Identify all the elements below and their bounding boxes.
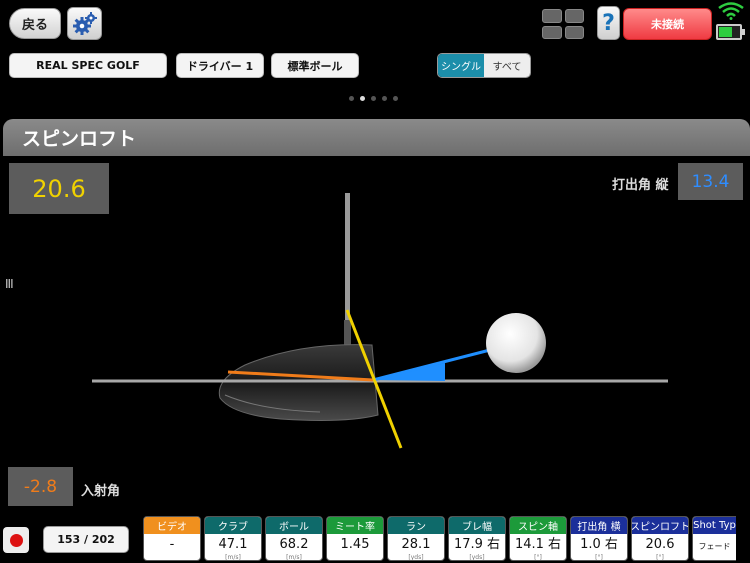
stat-label: ブレ幅 xyxy=(449,517,505,534)
panel-title: スピンロフト xyxy=(3,119,750,156)
gear-icon xyxy=(72,11,97,35)
stat-label: スピン軸 xyxy=(510,517,566,534)
stat-value: - xyxy=(169,537,175,552)
stat-value: フェード xyxy=(698,542,731,551)
launch-vertical-label: 打出角 縦 xyxy=(612,178,669,193)
stat-unit: [yds] xyxy=(469,554,485,561)
stat-label: 打出角 横 xyxy=(571,517,627,534)
brand-button[interactable]: REAL SPEC GOLF xyxy=(9,53,167,78)
stat-club-speed[interactable]: クラブ 47.1 [m/s] xyxy=(204,516,262,561)
stat-video[interactable]: ビデオ - xyxy=(143,516,201,561)
stat-unit: [m/s] xyxy=(225,554,241,561)
page-dot[interactable] xyxy=(371,96,376,101)
grid-cell-icon xyxy=(542,25,562,39)
ball-select-button[interactable]: 標準ボール xyxy=(271,53,359,78)
stat-value: 14.1 右 xyxy=(514,537,562,552)
settings-button[interactable] xyxy=(67,7,102,40)
page-dot[interactable] xyxy=(349,96,354,101)
stat-run[interactable]: ラン 28.1 [yds] xyxy=(387,516,445,561)
layout-grid-button[interactable] xyxy=(542,9,584,39)
stat-label: Shot Typ xyxy=(693,517,736,534)
grid-cell-icon xyxy=(564,9,584,23)
page-dot-active[interactable] xyxy=(360,96,365,101)
stat-value: 68.2 xyxy=(279,537,309,552)
stat-smash-factor[interactable]: ミート率 1.45 xyxy=(326,516,384,561)
stat-unit: [°] xyxy=(595,554,603,561)
stat-label: クラブ xyxy=(205,517,261,534)
toggle-single[interactable]: シングル xyxy=(438,54,484,77)
toggle-all[interactable]: すべて xyxy=(484,54,530,77)
club-select-button[interactable]: ドライバー 1 xyxy=(176,53,264,78)
stat-deviation[interactable]: ブレ幅 17.9 右 [yds] xyxy=(448,516,506,561)
launch-vertical-value: 13.4 xyxy=(678,163,743,200)
spin-loft-visualization xyxy=(92,193,668,449)
help-button[interactable]: ? xyxy=(597,6,620,40)
stat-unit: [°] xyxy=(534,554,542,561)
stat-unit: [m/s] xyxy=(286,554,302,561)
view-mode-toggle[interactable]: シングル すべて xyxy=(437,53,531,78)
connection-status-button[interactable]: 未接続 xyxy=(623,8,712,40)
club-head xyxy=(218,344,379,421)
side-menu-handle[interactable]: III xyxy=(5,277,14,291)
battery-icon xyxy=(716,24,745,40)
stat-value: 1.45 xyxy=(340,537,370,552)
stat-spin-loft[interactable]: スピンロフト 20.6 [°] xyxy=(631,516,689,561)
page-indicator[interactable] xyxy=(349,96,398,101)
stat-unit: [yds] xyxy=(408,554,424,561)
stat-label: ボール xyxy=(266,517,322,534)
spin-loft-value: 20.6 xyxy=(9,163,109,214)
stat-launch-horizontal[interactable]: 打出角 横 1.0 右 [°] xyxy=(570,516,628,561)
stat-spin-axis[interactable]: スピン軸 14.1 右 [°] xyxy=(509,516,567,561)
page-dot[interactable] xyxy=(393,96,398,101)
attack-angle-label: 入射角 xyxy=(81,484,121,499)
stat-label: スピンロフト xyxy=(632,517,688,534)
page-dot[interactable] xyxy=(382,96,387,101)
stat-unit: [°] xyxy=(656,554,664,561)
stats-bar: ビデオ - クラブ 47.1 [m/s] ボール 68.2 [m/s] ミート率 1.45 … xyxy=(143,516,736,561)
stat-value: 28.1 xyxy=(401,537,431,552)
grid-cell-icon xyxy=(564,25,584,39)
golf-ball xyxy=(486,313,546,373)
wifi-icon xyxy=(718,2,744,20)
grid-cell-icon xyxy=(542,9,562,23)
stat-label: ビデオ xyxy=(144,517,200,534)
stat-ball-speed[interactable]: ボール 68.2 [m/s] xyxy=(265,516,323,561)
stat-value: 1.0 右 xyxy=(580,537,618,552)
stat-value: 20.6 xyxy=(645,537,675,552)
record-icon xyxy=(9,533,23,547)
stat-label: ミート率 xyxy=(327,517,383,534)
back-button[interactable]: 戻る xyxy=(9,8,61,39)
stat-value: 47.1 xyxy=(218,537,248,552)
record-button[interactable] xyxy=(3,527,29,553)
shot-counter-button[interactable]: 153 / 202 xyxy=(43,526,129,553)
stat-label: ラン xyxy=(388,517,444,534)
stat-value: 17.9 右 xyxy=(453,537,501,552)
attack-angle-value: -2.8 xyxy=(8,467,73,506)
stat-shot-type[interactable]: Shot Typ フェード xyxy=(692,516,736,561)
